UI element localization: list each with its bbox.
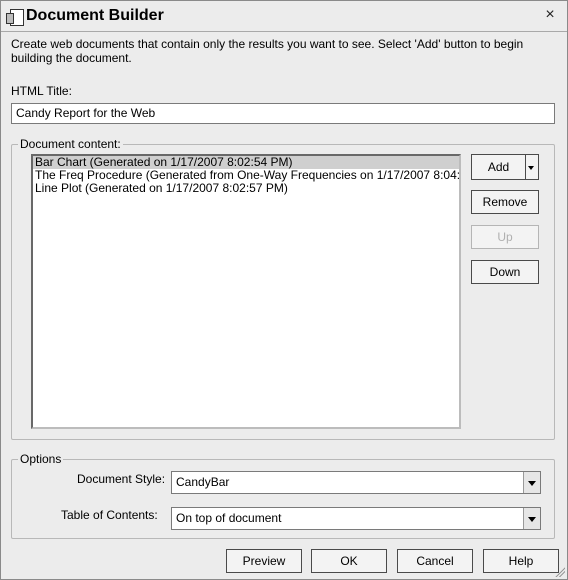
table-of-contents-value: On top of document	[176, 511, 282, 525]
add-split-button[interactable]: Add	[471, 154, 539, 180]
help-button[interactable]: Help	[483, 549, 559, 573]
table-of-contents-dropdown[interactable]	[523, 508, 540, 529]
ok-button[interactable]: OK	[311, 549, 387, 573]
window-title: Document Builder	[26, 7, 164, 24]
add-dropdown-button[interactable]	[524, 155, 538, 179]
chevron-down-icon	[528, 166, 534, 170]
preview-button[interactable]: Preview	[226, 549, 302, 573]
up-button[interactable]: Up	[471, 225, 539, 249]
document-style-dropdown[interactable]	[523, 472, 540, 493]
cancel-button[interactable]: Cancel	[397, 549, 473, 573]
table-of-contents-select[interactable]: On top of document	[171, 507, 541, 530]
html-title-input[interactable]: Candy Report for the Web	[11, 103, 555, 124]
document-content-list[interactable]: Bar Chart (Generated on 1/17/2007 8:02:5…	[31, 154, 461, 429]
table-of-contents-label: Table of Contents:	[61, 508, 158, 522]
down-button[interactable]: Down	[471, 260, 539, 284]
html-title-label: HTML Title:	[11, 84, 72, 98]
title-bar[interactable]: Document Builder ×	[1, 1, 567, 32]
add-button[interactable]: Add	[472, 155, 526, 179]
document-content-legend: Document content:	[20, 137, 121, 151]
document-builder-dialog: Document Builder × Create web documents …	[0, 0, 568, 580]
close-icon[interactable]: ×	[541, 6, 559, 24]
document-style-select[interactable]: CandyBar	[171, 471, 541, 494]
options-legend: Options	[20, 452, 62, 466]
document-icon	[6, 9, 24, 26]
chevron-down-icon	[528, 480, 536, 486]
list-item[interactable]: Line Plot (Generated on 1/17/2007 8:02:5…	[33, 182, 459, 195]
document-style-label: Document Style:	[77, 472, 166, 486]
document-style-value: CandyBar	[176, 475, 230, 489]
chevron-down-icon	[528, 516, 536, 522]
resize-grip-icon[interactable]	[553, 565, 565, 577]
dialog-description: Create web documents that contain only t…	[11, 37, 524, 65]
remove-button[interactable]: Remove	[471, 190, 539, 214]
